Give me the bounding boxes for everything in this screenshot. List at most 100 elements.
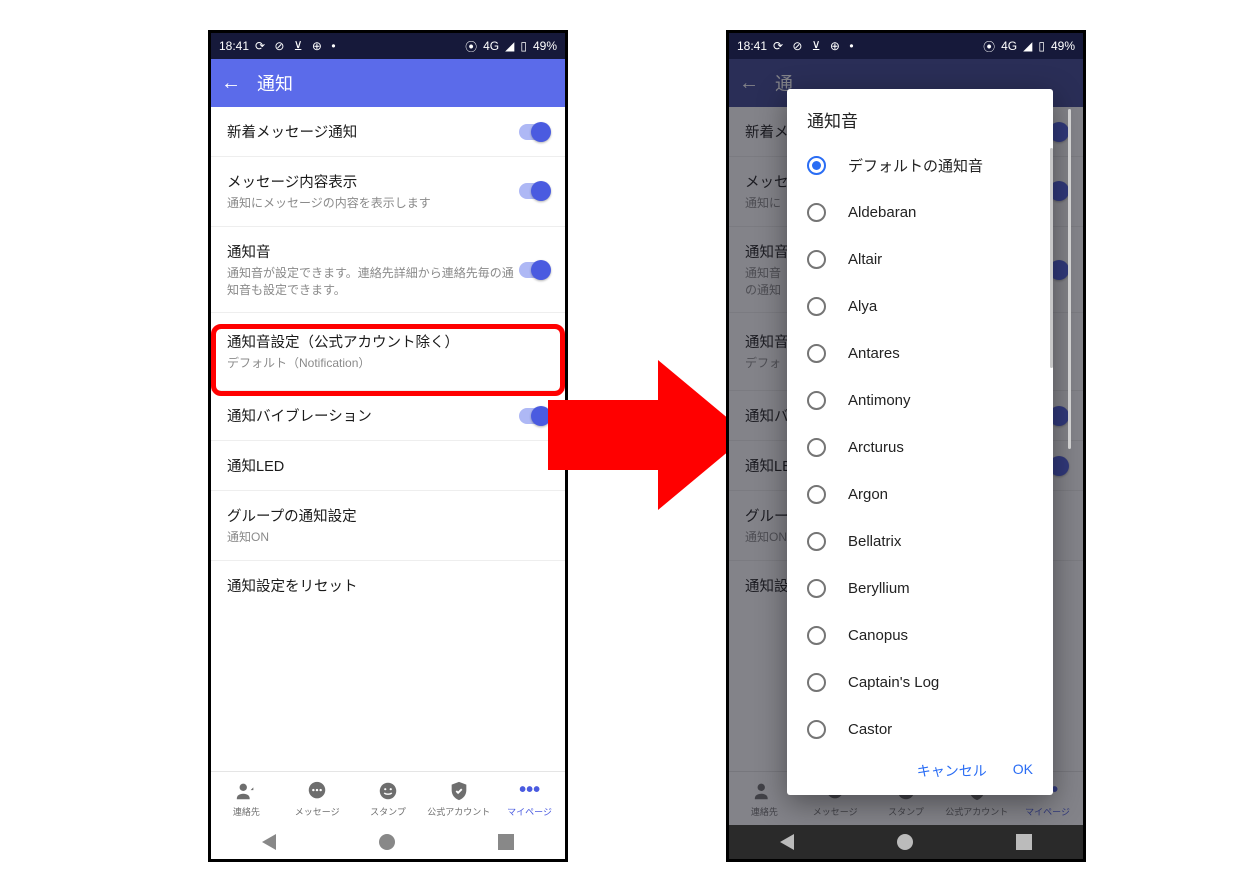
appbar-title: 通知 xyxy=(257,70,293,96)
option-label: Altair xyxy=(848,251,882,268)
radio-icon[interactable] xyxy=(807,438,826,457)
bottom-nav: 連絡先 メッセージ スタンプ 公式アカウント ••• マイページ xyxy=(211,771,565,825)
status-network: 4G xyxy=(1001,39,1017,53)
sound-picker-dialog: 通知音 デフォルトの通知音 Aldebaran Altair Alya Anta… xyxy=(787,89,1053,795)
dialog-actions: キャンセル OK xyxy=(787,749,1053,795)
sound-option[interactable]: Alya xyxy=(801,283,1047,330)
option-label: Argon xyxy=(848,486,888,503)
radio-icon[interactable] xyxy=(807,391,826,410)
row-subtitle: デフォルト（Notification） xyxy=(227,355,549,372)
option-label: Castor xyxy=(848,721,892,738)
sound-option[interactable]: Arcturus xyxy=(801,424,1047,471)
nav-mypage[interactable]: ••• マイページ xyxy=(494,772,565,825)
nav-recent-icon[interactable] xyxy=(498,834,514,850)
row-group-notify[interactable]: グループの通知設定 通知ON xyxy=(211,491,565,561)
messages-icon xyxy=(306,780,328,802)
nav-official[interactable]: 公式アカウント xyxy=(423,772,494,825)
sound-option[interactable]: Bellatrix xyxy=(801,518,1047,565)
row-title: 通知音設定（公式アカウント除く） xyxy=(227,331,549,352)
nav-back-icon[interactable] xyxy=(780,834,794,850)
sound-option[interactable]: Castor xyxy=(801,706,1047,749)
option-label: Arcturus xyxy=(848,439,904,456)
option-label: Antares xyxy=(848,345,900,362)
row-sound-setting[interactable]: 通知音設定（公式アカウント除く） デフォルト（Notification） xyxy=(211,313,565,391)
status-network: 4G xyxy=(483,39,499,53)
official-icon xyxy=(448,780,470,802)
toggle-switch[interactable] xyxy=(519,262,549,278)
contacts-icon xyxy=(235,780,257,802)
nav-label: スタンプ xyxy=(370,805,406,818)
sound-option[interactable]: Captain's Log xyxy=(801,659,1047,706)
nav-contacts[interactable]: 連絡先 xyxy=(211,772,282,825)
nav-home-icon[interactable] xyxy=(897,834,913,850)
option-label: Canopus xyxy=(848,627,908,644)
back-icon[interactable]: ← xyxy=(221,72,241,95)
radio-checked-icon[interactable] xyxy=(807,156,826,175)
status-icons-left: ⟳ ⊘ ⊻ ⊕ • xyxy=(255,39,338,53)
sound-option[interactable]: Argon xyxy=(801,471,1047,518)
battery-icon: ▯ xyxy=(1038,39,1045,53)
ok-button[interactable]: OK xyxy=(1013,761,1033,781)
option-label: Alya xyxy=(848,298,877,315)
option-label: Antimony xyxy=(848,392,911,409)
radio-icon[interactable] xyxy=(807,344,826,363)
toggle-switch[interactable] xyxy=(519,124,549,140)
radio-icon[interactable] xyxy=(807,626,826,645)
nav-recent-icon[interactable] xyxy=(1016,834,1032,850)
app-bar: ← 通知 xyxy=(211,59,565,107)
scroll-indicator xyxy=(1050,148,1053,368)
row-title: 通知LED xyxy=(227,455,549,476)
row-title: 新着メッセージ通知 xyxy=(227,121,519,142)
row-vibration[interactable]: 通知バイブレーション xyxy=(211,391,565,441)
row-led[interactable]: 通知LED xyxy=(211,441,565,491)
row-title: グループの通知設定 xyxy=(227,505,549,526)
radio-icon[interactable] xyxy=(807,532,826,551)
stamps-icon xyxy=(377,780,399,802)
sound-option[interactable]: Beryllium xyxy=(801,565,1047,612)
sound-option[interactable]: Aldebaran xyxy=(801,189,1047,236)
android-nav-bar xyxy=(729,825,1083,859)
dialog-options[interactable]: デフォルトの通知音 Aldebaran Altair Alya Antares … xyxy=(787,142,1053,749)
sound-option[interactable]: デフォルトの通知音 xyxy=(801,142,1047,189)
row-reset[interactable]: 通知設定をリセット xyxy=(211,561,565,610)
sound-option[interactable]: Canopus xyxy=(801,612,1047,659)
nav-stamps[interactable]: スタンプ xyxy=(353,772,424,825)
status-bar: 18:41 ⟳ ⊘ ⊻ ⊕ • ⦿ 4G ◢ ▯ 49% xyxy=(729,33,1083,59)
radio-icon[interactable] xyxy=(807,579,826,598)
battery-icon: ▯ xyxy=(520,39,527,53)
signal-icon: ◢ xyxy=(1023,39,1032,53)
radio-icon[interactable] xyxy=(807,297,826,316)
signal-icon: ◢ xyxy=(505,39,514,53)
toggle-switch[interactable] xyxy=(519,183,549,199)
row-message-content[interactable]: メッセージ内容表示 通知にメッセージの内容を表示します xyxy=(211,157,565,227)
arrow-annotation xyxy=(548,360,748,510)
cancel-button[interactable]: キャンセル xyxy=(917,761,987,781)
status-time: 18:41 xyxy=(737,39,767,53)
nav-messages[interactable]: メッセージ xyxy=(282,772,353,825)
radio-icon[interactable] xyxy=(807,485,826,504)
option-label: Bellatrix xyxy=(848,533,901,550)
option-label: Aldebaran xyxy=(848,204,916,221)
android-nav-bar xyxy=(211,825,565,859)
vibrate-icon: ⦿ xyxy=(983,38,995,55)
nav-home-icon[interactable] xyxy=(379,834,395,850)
dialog-title: 通知音 xyxy=(787,89,1053,142)
sound-option[interactable]: Antimony xyxy=(801,377,1047,424)
row-title: 通知バイブレーション xyxy=(227,405,519,426)
toggle-switch[interactable] xyxy=(519,408,549,424)
radio-icon[interactable] xyxy=(807,250,826,269)
settings-list: 新着メッセージ通知 メッセージ内容表示 通知にメッセージの内容を表示します 通知… xyxy=(211,107,565,610)
row-new-message-notify[interactable]: 新着メッセージ通知 xyxy=(211,107,565,157)
scrollbar-track[interactable] xyxy=(1068,109,1071,449)
radio-icon[interactable] xyxy=(807,720,826,739)
option-label: Beryllium xyxy=(848,580,910,597)
radio-icon[interactable] xyxy=(807,203,826,222)
more-icon: ••• xyxy=(519,780,541,802)
sound-option[interactable]: Antares xyxy=(801,330,1047,377)
vibrate-icon: ⦿ xyxy=(465,38,477,55)
nav-label: 公式アカウント xyxy=(427,805,490,818)
radio-icon[interactable] xyxy=(807,673,826,692)
row-sound[interactable]: 通知音 通知音が設定できます。連絡先詳細から連絡先毎の通知音も設定できます。 xyxy=(211,227,565,314)
nav-back-icon[interactable] xyxy=(262,834,276,850)
sound-option[interactable]: Altair xyxy=(801,236,1047,283)
